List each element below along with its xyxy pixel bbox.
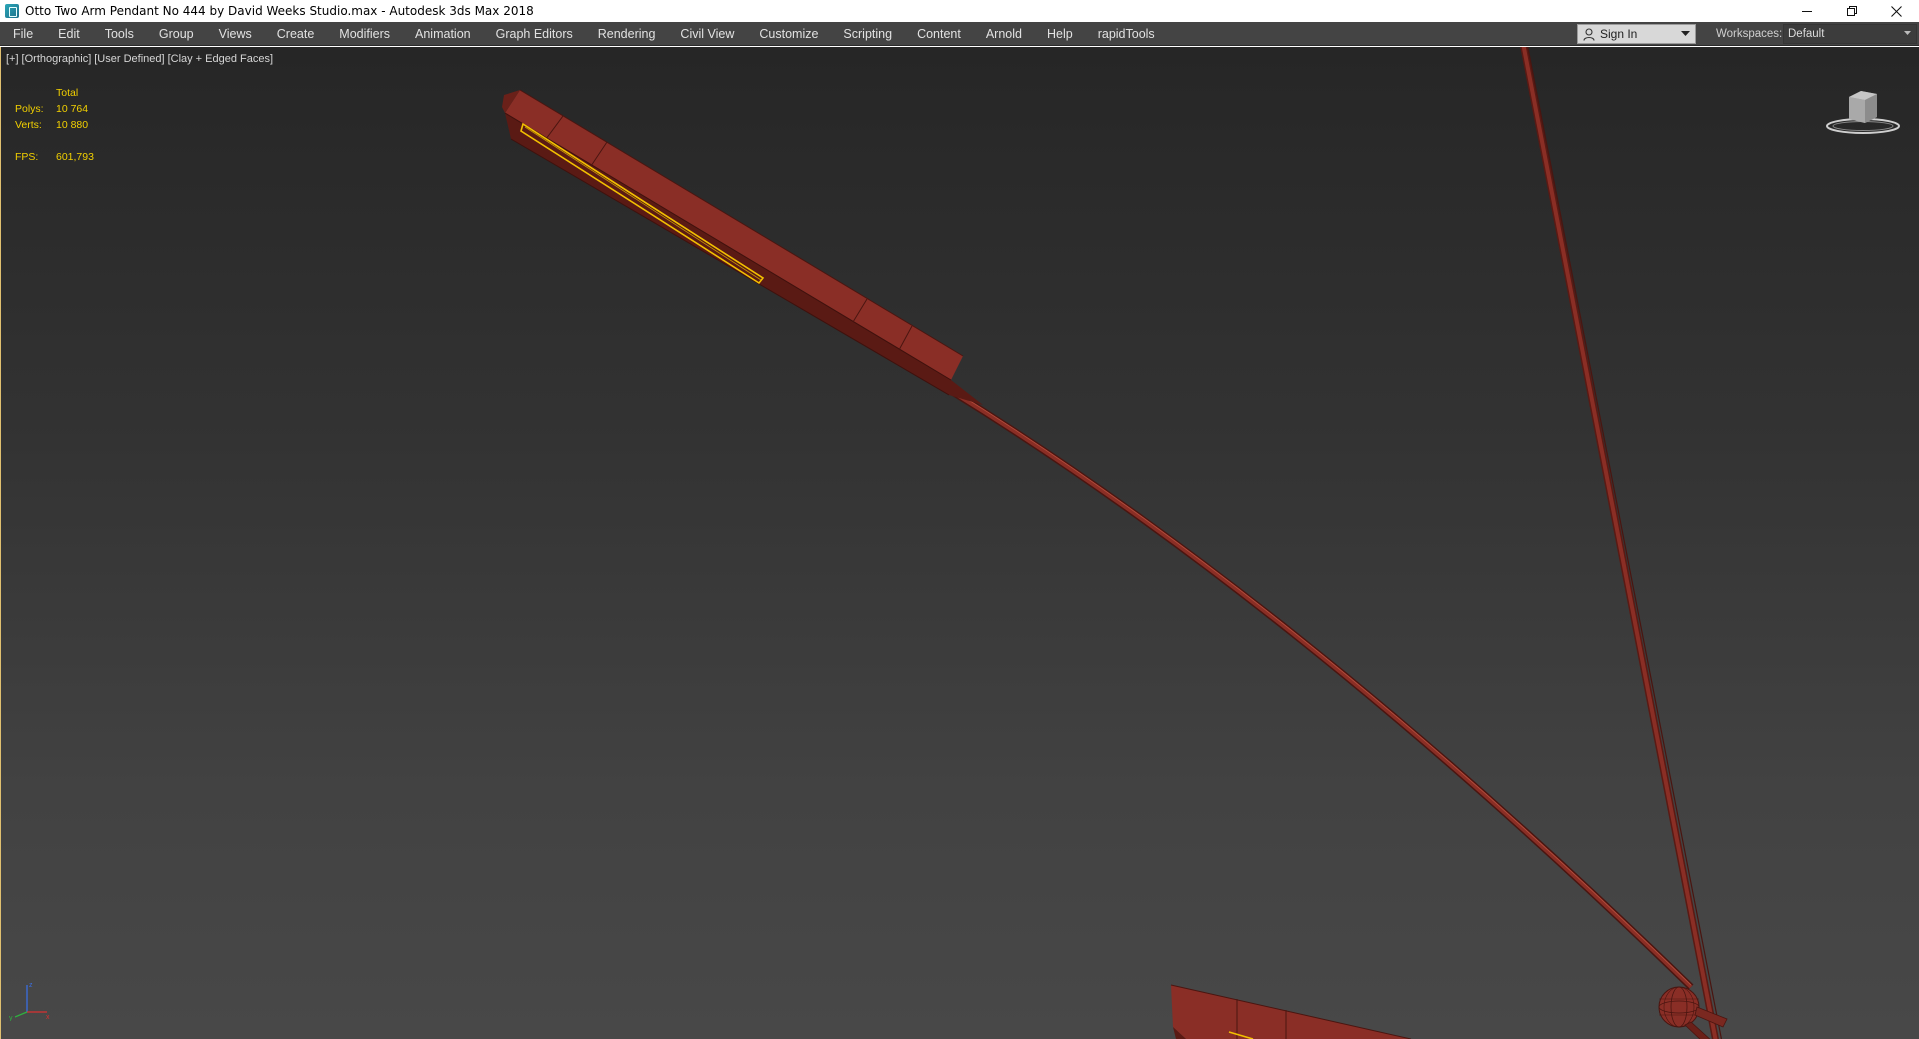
stats-header: Total — [56, 87, 79, 99]
verts-value: 10 880 — [56, 119, 89, 131]
viewport-view-menu[interactable]: [Orthographic] — [22, 53, 92, 65]
minimize-button[interactable] — [1784, 0, 1829, 22]
polys-label: Polys: — [15, 103, 44, 115]
scene-geometry — [502, 47, 1728, 1039]
workspaces-label: Workspaces: — [1716, 28, 1783, 40]
suspension-cable — [1520, 47, 1723, 1039]
svg-text:y: y — [9, 1015, 13, 1021]
main-menu-bar: File Edit Tools Group Views Create Modifiers An… — [0, 22, 1919, 46]
viewport-label-menu: [+] [Orthographic] [User Defined] [Clay + E… — [6, 53, 273, 65]
window-title: Otto Two Arm Pendant No 444 by David Wee… — [25, 4, 534, 18]
menu-item-rapidtools[interactable]: rapidTools — [1091, 22, 1162, 46]
perspective-viewport[interactable]: [+] [Orthographic] [User Defined] [Clay + E… — [0, 47, 1919, 1039]
sign-in-label: Sign In — [1600, 27, 1638, 41]
polys-value: 10 764 — [56, 103, 89, 115]
menu-item-file[interactable]: File — [6, 22, 40, 46]
workspaces-value: Default — [1788, 28, 1825, 40]
viewport-general-menu[interactable]: [+] — [6, 53, 19, 65]
menu-item-customize[interactable]: Customize — [752, 22, 825, 46]
svg-text:z: z — [29, 982, 33, 989]
fps-value: 601,793 — [56, 151, 94, 163]
menu-item-animation[interactable]: Animation — [408, 22, 478, 46]
menu-item-scripting[interactable]: Scripting — [836, 22, 899, 46]
menu-item-create[interactable]: Create — [270, 22, 322, 46]
axis-tripod-icon: z x y — [9, 982, 50, 1021]
menu-item-group[interactable]: Group — [152, 22, 201, 46]
menu-item-tools[interactable]: Tools — [98, 22, 141, 46]
curved-arm — [949, 388, 1694, 990]
restore-icon — [1846, 6, 1857, 16]
restore-button[interactable] — [1829, 0, 1874, 22]
menu-item-edit[interactable]: Edit — [51, 22, 87, 46]
viewport-shading-menu[interactable]: [Clay + Edged Faces] — [168, 53, 273, 65]
menu-item-graph-editors[interactable]: Graph Editors — [489, 22, 580, 46]
viewport-statistics: Total Polys: 10 764 Verts: 10 880 FPS: 601,… — [15, 85, 94, 165]
menu-item-help[interactable]: Help — [1040, 22, 1080, 46]
minimize-icon — [1801, 11, 1812, 12]
menu-items: File Edit Tools Group Views Create Modifiers An… — [0, 22, 1173, 46]
menu-item-civil-view[interactable]: Civil View — [673, 22, 741, 46]
close-icon — [1891, 5, 1902, 17]
menu-item-views[interactable]: Views — [212, 22, 259, 46]
chevron-down-icon — [1681, 31, 1690, 36]
viewport-stereo-menu[interactable]: [User Defined] — [94, 53, 164, 65]
upper-light-bar — [502, 89, 983, 405]
viewcube-icon[interactable] — [1823, 79, 1903, 139]
svg-text:x: x — [46, 1014, 50, 1021]
menu-item-rendering[interactable]: Rendering — [591, 22, 663, 46]
close-button[interactable] — [1874, 0, 1919, 22]
user-icon — [1583, 27, 1595, 41]
sign-in-dropdown[interactable]: Sign In — [1577, 24, 1696, 44]
chevron-down-icon — [1904, 31, 1911, 35]
menu-item-modifiers[interactable]: Modifiers — [332, 22, 397, 46]
lower-light-bar — [1170, 984, 1412, 1039]
title-bar: Otto Two Arm Pendant No 444 by David Wee… — [0, 0, 1919, 22]
menu-item-content[interactable]: Content — [910, 22, 968, 46]
menu-item-arnold[interactable]: Arnold — [979, 22, 1029, 46]
fps-label: FPS: — [15, 151, 39, 163]
3ds-max-app-icon[interactable] — [5, 4, 19, 18]
window-controls — [1784, 0, 1919, 22]
3ds-max-window: Otto Two Arm Pendant No 444 by David Wee… — [0, 0, 1919, 1039]
workspaces-dropdown[interactable]: Default — [1783, 24, 1917, 44]
verts-label: Verts: — [15, 119, 42, 131]
